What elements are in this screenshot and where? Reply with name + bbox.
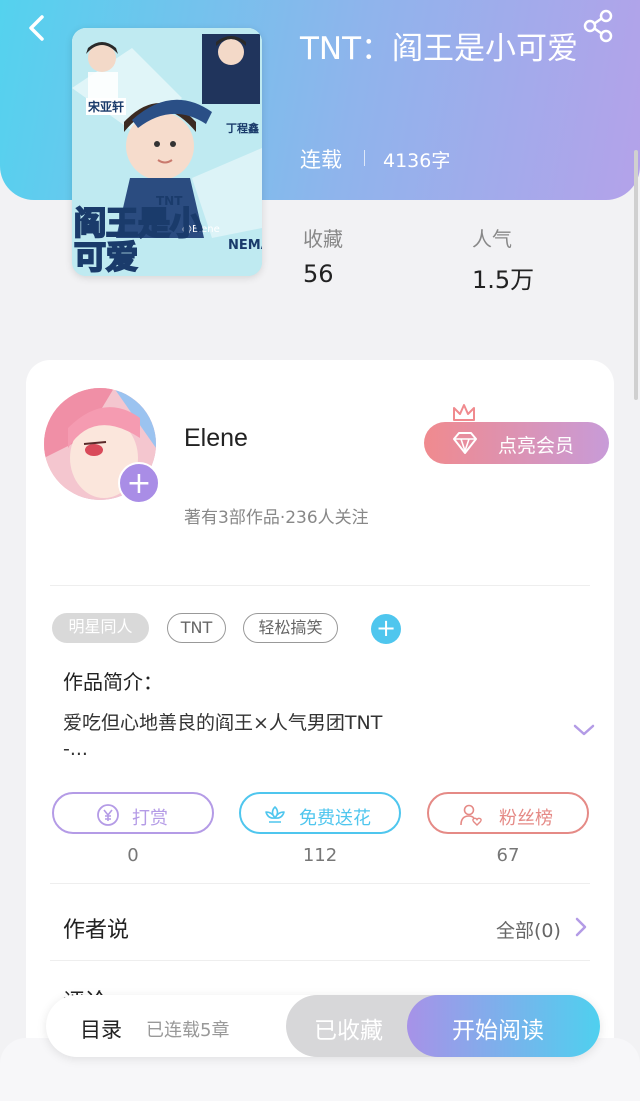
book-title: TNT：阎王是小可爱 (300, 31, 579, 67)
divider (50, 883, 590, 884)
popularity-value: 1.5万 (472, 266, 535, 294)
vip-button[interactable]: 点亮会员 (424, 422, 609, 464)
author-says-title: 作者说 (63, 918, 130, 943)
tip-label: 打赏 (132, 808, 168, 829)
vip-label: 点亮会员 (498, 435, 575, 457)
cover-name-tag-1: 宋亚轩 (86, 98, 127, 115)
fans-label: 粉丝榜 (499, 808, 553, 829)
back-chevron-icon[interactable] (18, 8, 58, 48)
follow-add-button[interactable]: + (118, 462, 160, 504)
flower-label: 免费送花 (299, 808, 371, 829)
add-tag-button[interactable]: + (371, 614, 401, 644)
scrollbar[interactable] (634, 150, 638, 400)
author-meta: 著有3部作品·236人关注 (184, 508, 369, 528)
cover-title-text: 阎王是小可爱 (73, 204, 203, 276)
chevron-right-icon[interactable] (574, 916, 588, 938)
divider (50, 960, 590, 961)
tip-count: 0 (127, 845, 139, 866)
word-count: 4136字 (383, 150, 451, 172)
diamond-icon (453, 432, 477, 454)
chapter-count: 已连载5章 (146, 1020, 230, 1041)
favorites-value: 56 (303, 260, 334, 288)
popularity-label: 人气 (472, 227, 512, 251)
divider (50, 585, 590, 586)
toc-button[interactable]: 目录 (80, 1014, 122, 1044)
tag-item[interactable]: TNT (167, 613, 226, 643)
flower-icon (265, 806, 285, 823)
start-reading-label: 开始阅读 (452, 1018, 544, 1044)
fans-count: 67 (496, 845, 520, 866)
serial-status: 连载 (300, 148, 342, 172)
tag-item[interactable]: 轻松搞笑 (243, 613, 338, 643)
intro-title: 作品简介： (63, 670, 163, 694)
free-flower-button[interactable]: 免费送花 (239, 792, 401, 834)
tag-item[interactable]: 明星同人 (52, 613, 149, 643)
intro-text-line-2: -... (63, 738, 88, 760)
intro-text-line-1: 爱吃但心地善良的阎王×人气男团TNT (63, 712, 383, 734)
author-says-all-link[interactable]: 全部(0) (496, 916, 561, 943)
status-divider (364, 150, 365, 166)
favorites-label: 收藏 (303, 227, 343, 251)
yen-coin-icon (97, 804, 119, 826)
user-heart-icon (460, 804, 482, 826)
cover-name-tag-2: 丁程鑫 (226, 122, 259, 135)
intro-text[interactable]: 爱吃但心地善良的阎王×人气男团TNT -... (63, 710, 543, 762)
collected-label: 已收藏 (314, 1018, 383, 1044)
cover-side-text: NEMA (228, 238, 262, 253)
author-name[interactable]: Elene (184, 424, 248, 453)
crown-icon (453, 404, 475, 421)
flower-count: 112 (302, 845, 338, 866)
fans-rank-button[interactable]: 粉丝榜 (427, 792, 589, 834)
chevron-down-icon[interactable] (572, 722, 596, 738)
book-cover[interactable]: 宋亚轩 丁程鑫 TNT @Elene NEMA 阎王是小可爱 (72, 28, 262, 276)
tip-button[interactable]: 打赏 (52, 792, 214, 834)
